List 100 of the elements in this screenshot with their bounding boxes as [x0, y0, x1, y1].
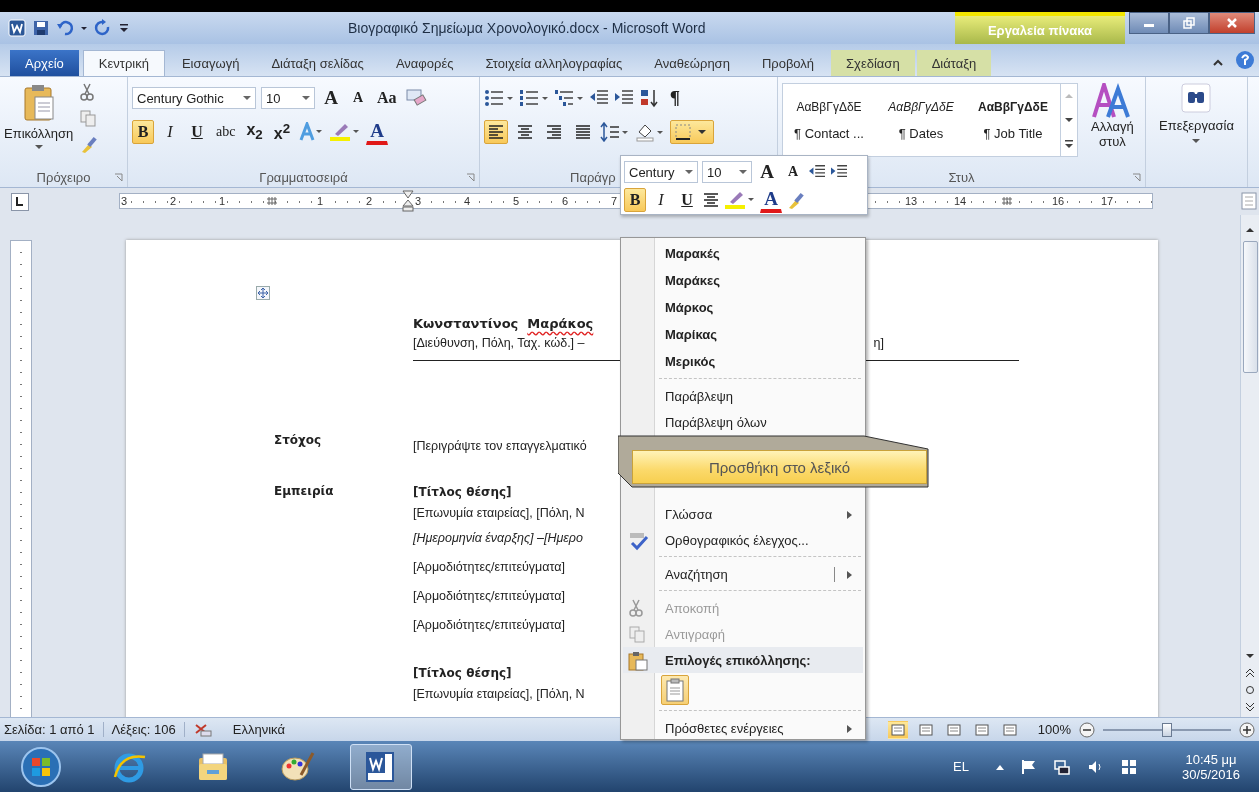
- shrink-font-button[interactable]: A: [347, 86, 369, 110]
- format-painter-icon[interactable]: [79, 135, 100, 153]
- font-color-button[interactable]: A: [366, 119, 389, 145]
- change-case-button[interactable]: Aa: [374, 86, 400, 110]
- undo-icon[interactable]: [56, 19, 74, 37]
- sort-icon[interactable]: [639, 88, 659, 108]
- close-button[interactable]: [1209, 12, 1255, 34]
- numbering-icon[interactable]: [519, 89, 549, 107]
- more-icon[interactable]: [1062, 137, 1075, 151]
- save-icon[interactable]: [32, 19, 50, 37]
- editing-button[interactable]: Επεξεργασία: [1159, 83, 1234, 144]
- paste-option-button[interactable]: [661, 675, 689, 705]
- tab-selector-icon[interactable]: [11, 192, 29, 211]
- suggestion-item[interactable]: Μερικός: [623, 348, 863, 375]
- action-center-icon[interactable]: [1121, 758, 1137, 775]
- dialog-launcher-icon[interactable]: [114, 173, 123, 182]
- font-size-field[interactable]: 10: [261, 87, 315, 109]
- column-marker-icon[interactable]: [267, 196, 277, 206]
- vertical-scrollbar[interactable]: [1240, 215, 1259, 717]
- taskbar-app[interactable]: [350, 743, 412, 790]
- ribbon-tab[interactable]: Διάταξη: [916, 50, 992, 76]
- scroll-down-icon[interactable]: [1245, 651, 1255, 661]
- scissors-icon[interactable]: [79, 83, 96, 101]
- menu-item[interactable]: Παράβλεψη όλων: [623, 409, 863, 435]
- text-effects-icon[interactable]: [298, 122, 325, 142]
- column-marker-icon[interactable]: [1002, 196, 1012, 206]
- ribbon-tab[interactable]: Αρχείο: [10, 50, 79, 76]
- highlight-icon[interactable]: [724, 190, 756, 210]
- flag-icon[interactable]: [1021, 758, 1037, 775]
- input-language[interactable]: EL: [953, 759, 969, 774]
- ribbon-tab[interactable]: Αναθεώρηση: [639, 50, 745, 76]
- style-item[interactable]: ΑαΒβΓγΔδΕ ¶ Dates: [875, 84, 967, 156]
- start-button-icon[interactable]: [20, 745, 62, 788]
- suggestion-item[interactable]: Μαρίκας: [623, 321, 863, 348]
- menu-item[interactable]: Αναζήτηση: [623, 561, 863, 587]
- zoom-level[interactable]: 100%: [1037, 722, 1071, 737]
- decrease-indent-icon[interactable]: [808, 164, 826, 180]
- page-count[interactable]: Σελίδα: 1 από 1: [4, 722, 104, 737]
- menu-item[interactable]: Γλώσσα: [623, 501, 863, 527]
- suggestion-item[interactable]: Μάρκος: [623, 294, 863, 321]
- browse-object-icon[interactable]: [1245, 685, 1255, 695]
- zoom-slider-thumb[interactable]: [1162, 722, 1172, 737]
- redo-icon[interactable]: [94, 19, 112, 37]
- indent-marker-icon[interactable]: [402, 190, 414, 212]
- scroll-up-icon[interactable]: [1245, 225, 1255, 235]
- suggestion-item[interactable]: Μαράκες: [623, 267, 863, 294]
- paste-button[interactable]: Επικόλληση: [4, 81, 74, 167]
- highlight-icon[interactable]: [329, 122, 362, 142]
- format-button[interactable]: I: [650, 188, 672, 212]
- shading-icon[interactable]: [635, 122, 665, 142]
- bullets-icon[interactable]: [484, 89, 514, 107]
- next-page-icon[interactable]: [1245, 701, 1255, 713]
- clear-formatting-icon[interactable]: [404, 88, 427, 108]
- borders-button[interactable]: [670, 120, 714, 144]
- dialog-launcher-icon[interactable]: [1132, 173, 1141, 182]
- word-count[interactable]: Λέξεις: 106: [111, 722, 185, 737]
- line-spacing-icon[interactable]: [600, 122, 630, 142]
- zoom-out-icon[interactable]: [1079, 721, 1095, 738]
- grow-font-button[interactable]: A: [756, 160, 778, 184]
- minimize-button[interactable]: [1129, 12, 1169, 34]
- show-marks-button[interactable]: ¶: [664, 86, 686, 110]
- font-size-field[interactable]: 10: [702, 161, 752, 183]
- format-button[interactable]: I: [159, 120, 181, 144]
- shrink-font-button[interactable]: A: [782, 160, 804, 184]
- format-button[interactable]: x$_{2}$: [243, 120, 266, 144]
- style-item[interactable]: ΑαΒβΓγΔδΕ ¶ Job Title: [967, 84, 1059, 156]
- scroll-thumb[interactable]: [1242, 241, 1258, 373]
- font-name-field[interactable]: Century: [624, 161, 698, 183]
- dialog-launcher-icon[interactable]: [466, 173, 475, 182]
- menu-item[interactable]: Ορθογραφικός έλεγχος...: [623, 527, 863, 553]
- suggestion-item[interactable]: Μαρακές: [623, 240, 863, 267]
- ribbon-tab[interactable]: Κεντρική: [82, 50, 165, 76]
- restore-button[interactable]: [1169, 12, 1209, 34]
- format-button[interactable]: B: [624, 188, 646, 212]
- multilevel-list-icon[interactable]: [554, 89, 584, 107]
- format-button[interactable]: abc: [213, 120, 239, 144]
- format-button[interactable]: x$^{2}$: [270, 120, 294, 144]
- grow-font-button[interactable]: A: [320, 86, 342, 110]
- ribbon-tab[interactable]: Σχεδίαση: [831, 50, 915, 76]
- ribbon-tab[interactable]: Εισαγωγή: [166, 50, 255, 76]
- font-name-field[interactable]: Century Gothic: [132, 87, 256, 109]
- align-button[interactable]: [484, 120, 508, 144]
- decrease-indent-icon[interactable]: [589, 89, 609, 107]
- format-button[interactable]: B: [132, 120, 154, 144]
- ribbon-tab[interactable]: Προβολή: [746, 50, 830, 76]
- previous-page-icon[interactable]: [1245, 667, 1255, 679]
- zoom-in-icon[interactable]: [1239, 721, 1255, 738]
- menu-item[interactable]: Παράβλεψη: [623, 383, 863, 409]
- center-align-icon[interactable]: [702, 193, 720, 207]
- help-icon[interactable]: [1235, 50, 1255, 70]
- network-icon[interactable]: [1053, 758, 1071, 775]
- ribbon-tab[interactable]: Στοιχεία αλληλογραφίας: [470, 50, 638, 76]
- change-styles-button[interactable]: Αλλαγή στυλ: [1083, 83, 1141, 167]
- format-button[interactable]: U: [186, 120, 208, 144]
- style-item[interactable]: ΑαΒβΓγΔδΕ ¶ Contact ...: [783, 84, 875, 156]
- format-painter-icon[interactable]: [786, 191, 806, 209]
- menu-item[interactable]: Πρόσθετες ενέργειες: [623, 715, 863, 741]
- format-button[interactable]: U: [676, 188, 698, 212]
- increase-indent-icon[interactable]: [614, 89, 634, 107]
- language-indicator[interactable]: Ελληνικά: [232, 722, 293, 737]
